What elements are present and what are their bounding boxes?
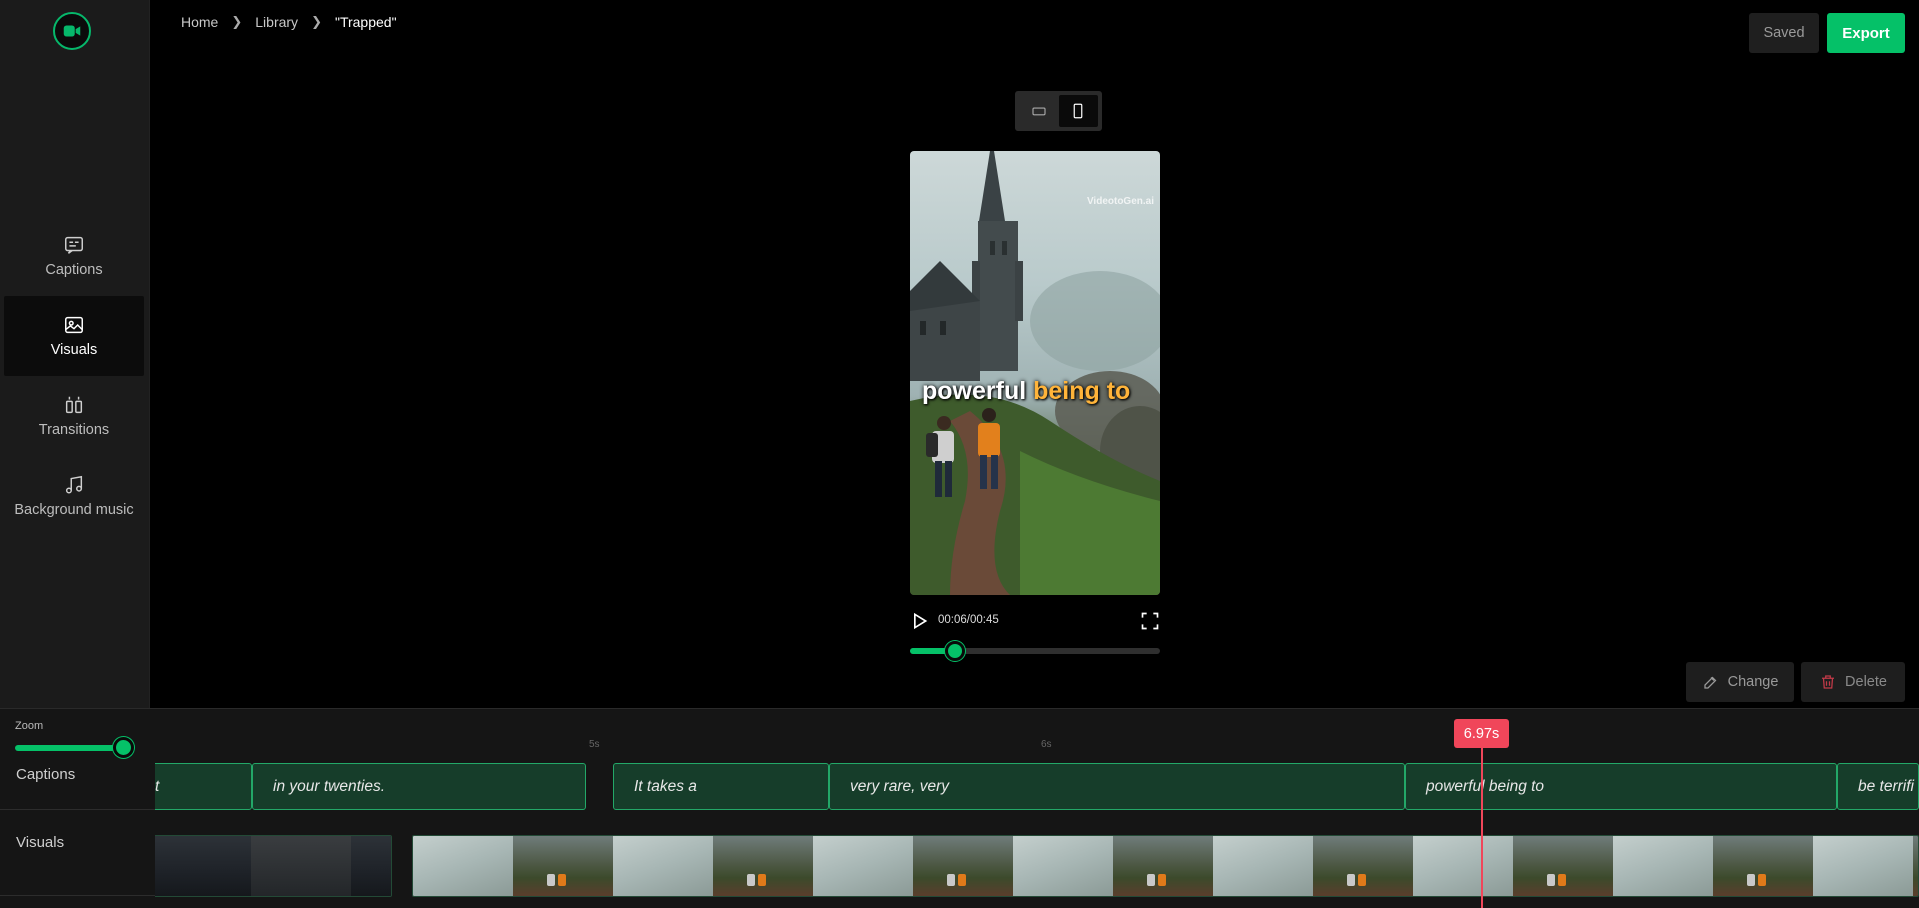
video-frame (910, 151, 1160, 595)
logo-icon[interactable] (53, 12, 91, 50)
sidebar-item-label: Captions (45, 262, 103, 278)
change-label: Change (1727, 674, 1779, 690)
divider (0, 895, 155, 896)
playhead-time-badge[interactable]: 6.97s (1454, 719, 1509, 748)
breadcrumb-home[interactable]: Home (181, 14, 218, 30)
caption-block[interactable]: be terrifi (1837, 763, 1919, 810)
playhead[interactable] (1481, 733, 1483, 908)
fullscreen-icon[interactable] (1140, 611, 1160, 631)
play-icon[interactable] (909, 611, 929, 631)
sidebar-item-captions[interactable]: Captions (4, 216, 144, 296)
caption-block[interactable]: very rare, very (829, 763, 1405, 810)
thumbnail (1513, 836, 1613, 896)
transitions-icon (65, 396, 83, 414)
thumbnail (913, 836, 1013, 896)
thumbnail (613, 836, 713, 896)
row-label-visuals: Visuals (16, 834, 65, 851)
captions-icon (65, 236, 83, 254)
caption-block[interactable]: powerful being to (1405, 763, 1837, 810)
breadcrumb: Home ❯ Library ❯ "Trapped" (181, 14, 397, 30)
image-icon (65, 316, 83, 334)
landscape-option[interactable] (1019, 95, 1059, 127)
chevron-right-icon: ❯ (231, 14, 243, 29)
ruler-mark: 5s (589, 739, 600, 750)
breadcrumb-library[interactable]: Library (255, 14, 298, 30)
breadcrumb-current: "Trapped" (334, 14, 397, 30)
sidebar: Captions Visuals Transitions Background … (0, 0, 150, 708)
zoom-label: Zoom (15, 720, 44, 732)
visual-clip[interactable] (412, 835, 1919, 897)
thumbnail (1813, 836, 1913, 896)
delete-label: Delete (1845, 674, 1887, 690)
thumbnail (251, 836, 351, 896)
progress-handle[interactable] (945, 641, 965, 661)
thumbnail (513, 836, 613, 896)
ruler-mark: 6s (1041, 739, 1052, 750)
row-label-captions: Captions (16, 766, 76, 783)
sidebar-item-label: Visuals (50, 342, 98, 358)
caption-word-highlight: being to (1033, 377, 1131, 405)
thumbnail (1113, 836, 1213, 896)
thumbnail (151, 836, 251, 896)
sidebar-item-visuals[interactable]: Visuals (4, 296, 144, 376)
watermark: VideotoGen.ai (1086, 196, 1154, 207)
edit-icon (1703, 676, 1716, 689)
sidebar-item-label: Transitions (38, 422, 110, 438)
portrait-icon (1073, 103, 1083, 119)
caption-block[interactable]: It takes a (613, 763, 829, 810)
music-icon (65, 475, 83, 494)
thumbnail (1313, 836, 1413, 896)
caption-block[interactable]: in your twenties. (252, 763, 586, 810)
sidebar-item-transitions[interactable]: Transitions (4, 376, 144, 456)
sidebar-item-label: Background music (14, 502, 134, 518)
trash-icon (1822, 675, 1835, 689)
thumbnail (413, 836, 513, 896)
thumbnail (1213, 836, 1313, 896)
thumbnail (713, 836, 813, 896)
timeline-labels: Zoom Captions Visuals (0, 709, 155, 908)
app: Captions Visuals Transitions Background … (0, 0, 1919, 908)
thumbnail (1413, 836, 1513, 896)
zoom-slider[interactable] (15, 745, 123, 751)
caption-block[interactable]: t (150, 763, 252, 810)
caption-overlay: powerful being to (922, 377, 1130, 406)
caption-word: powerful (922, 377, 1027, 405)
thumbnail (351, 836, 391, 896)
thumbnail (1713, 836, 1813, 896)
visual-clip[interactable] (150, 835, 392, 897)
zoom-handle[interactable] (113, 737, 134, 758)
export-button[interactable]: Export (1827, 13, 1905, 53)
change-button[interactable]: Change (1686, 662, 1794, 702)
playback-progress[interactable] (910, 641, 1160, 661)
orientation-toggle (1015, 91, 1102, 131)
chevron-right-icon: ❯ (311, 14, 322, 29)
divider (0, 809, 155, 810)
thumbnail (813, 836, 913, 896)
saved-button[interactable]: Saved (1749, 13, 1819, 53)
video-preview[interactable]: VideotoGen.ai powerful being to (910, 151, 1160, 595)
time-display: 00:06/00:45 (938, 614, 999, 626)
timeline: 5s 6s t in your twenties. It takes a ver… (0, 708, 1919, 908)
thumbnail (1013, 836, 1113, 896)
sidebar-item-background-music[interactable]: Background music (4, 456, 144, 536)
delete-button[interactable]: Delete (1801, 662, 1905, 702)
thumbnail (1913, 836, 1918, 896)
thumbnail (1613, 836, 1713, 896)
landscape-icon (1032, 107, 1046, 116)
portrait-option[interactable] (1058, 95, 1098, 127)
